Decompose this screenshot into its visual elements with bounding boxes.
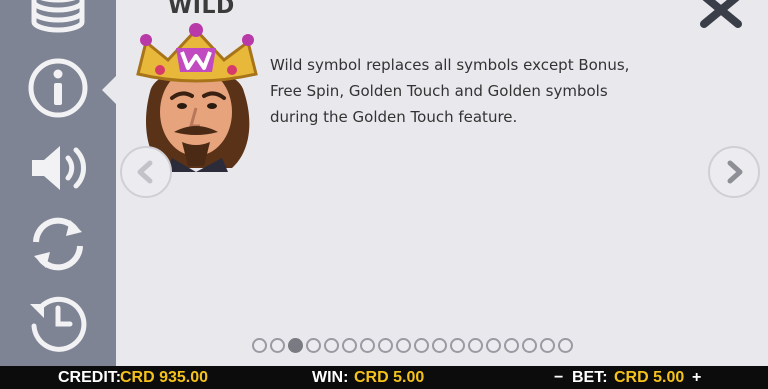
page-dot-active[interactable]	[288, 338, 303, 353]
page-dot[interactable]	[414, 338, 429, 353]
page-dot[interactable]	[468, 338, 483, 353]
bet-value: CRD 5.00	[614, 369, 685, 386]
page-dot[interactable]	[378, 338, 393, 353]
chevron-right-icon	[727, 160, 743, 184]
page-dot[interactable]	[522, 338, 537, 353]
autoplay-button[interactable]	[26, 212, 90, 276]
sound-button[interactable]	[26, 136, 90, 200]
page-dot[interactable]	[306, 338, 321, 353]
win-label: WIN:	[312, 369, 349, 386]
autoplay-icon	[33, 217, 83, 271]
symbol-description: Wild symbol replaces all symbols except …	[270, 56, 630, 126]
credit-label: CREDIT:	[58, 369, 122, 386]
page-indicator	[252, 338, 573, 356]
page-dot[interactable]	[450, 338, 465, 353]
next-page-button[interactable]	[708, 146, 760, 198]
page-dot[interactable]	[360, 338, 375, 353]
history-button[interactable]	[26, 290, 90, 354]
close-icon	[700, 0, 742, 28]
credit-value: CRD 935.00	[120, 369, 209, 386]
bet-decrease-button[interactable]: −	[554, 366, 563, 389]
page-dot[interactable]	[396, 338, 411, 353]
info-icon	[28, 58, 88, 118]
status-bar: CREDIT: CRD 935.00 WIN: CRD 5.00 − BET: …	[0, 366, 768, 389]
page-dot[interactable]	[558, 338, 573, 353]
page-title: WILD	[168, 0, 235, 19]
sidebar	[0, 0, 116, 366]
win-value: CRD 5.00	[354, 369, 425, 386]
bet-label: BET:	[572, 369, 608, 386]
history-icon	[30, 296, 87, 352]
page-dot[interactable]	[540, 338, 555, 353]
previous-page-button[interactable]	[120, 146, 172, 198]
speaker-icon	[32, 146, 86, 190]
page-dot[interactable]	[270, 338, 285, 353]
bet-increase-button[interactable]: +	[692, 366, 701, 389]
page-dot[interactable]	[432, 338, 447, 353]
active-menu-pointer	[102, 76, 116, 104]
info-button[interactable]	[26, 56, 90, 120]
page-dot[interactable]	[252, 338, 267, 353]
coin-stack-button[interactable]	[26, 0, 90, 34]
chevron-left-icon	[137, 160, 153, 184]
page-dot[interactable]	[504, 338, 519, 353]
close-button[interactable]	[698, 0, 744, 28]
page-dot[interactable]	[342, 338, 357, 353]
page-dot[interactable]	[324, 338, 339, 353]
coin-stack-icon	[31, 0, 85, 33]
page-dot[interactable]	[486, 338, 501, 353]
